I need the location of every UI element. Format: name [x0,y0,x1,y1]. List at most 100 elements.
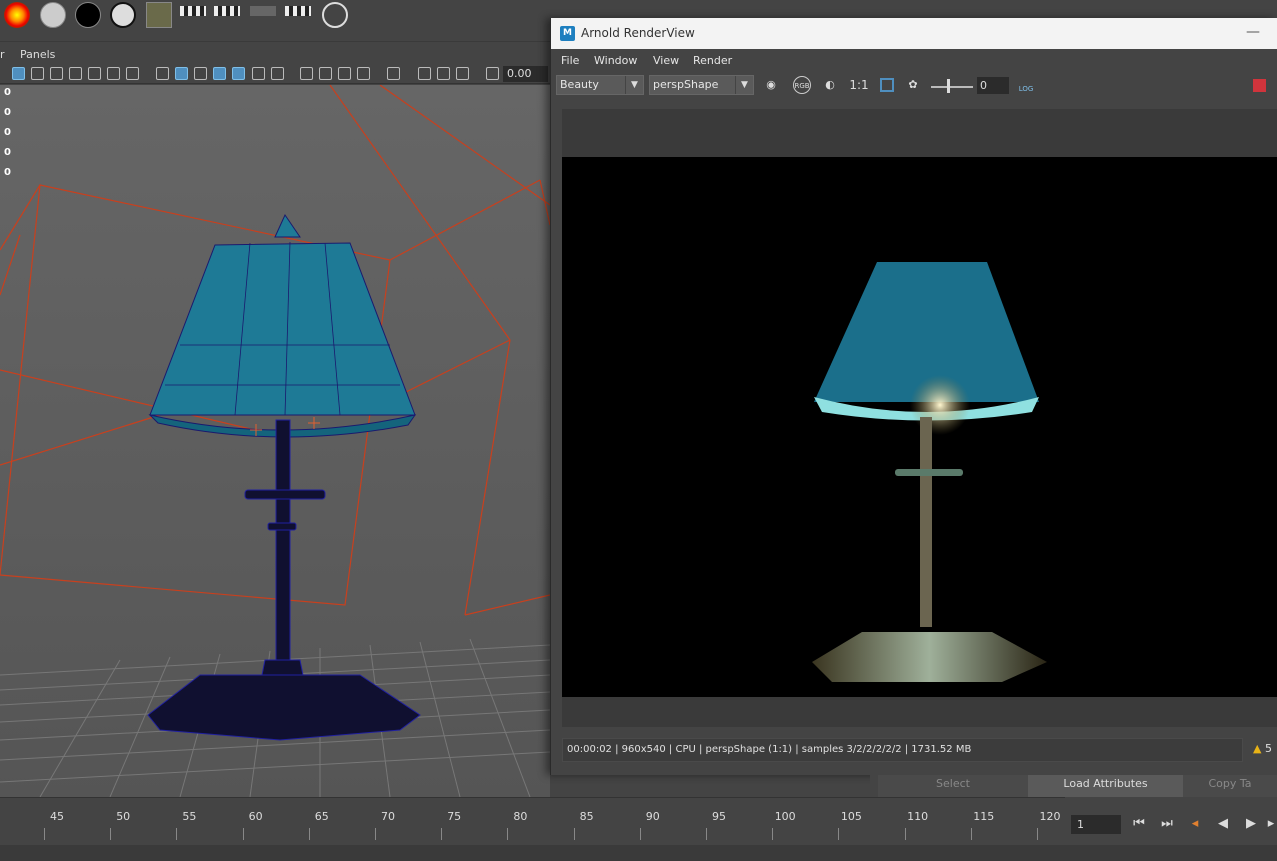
window-titlebar[interactable]: M Arnold RenderView — [551,18,1277,49]
camera-aperture-icon[interactable]: ✿ [904,76,922,94]
viewport-scene [0,85,550,797]
timeline-tick-mark [375,828,376,840]
step-forward-icon[interactable]: ▸ [1265,815,1277,833]
aov-dropdown[interactable]: Beauty ▼ [556,75,644,95]
motion-blur-icon[interactable] [319,67,332,80]
play-forward-icon[interactable]: ▶ [1241,815,1261,833]
target-brush-icon[interactable] [322,2,348,28]
safe-action-icon[interactable] [107,67,120,80]
wireframe-icon[interactable] [156,67,169,80]
warning-icon: ▲ [1253,742,1262,755]
grid-icon[interactable] [12,67,25,80]
menu-file[interactable]: File [561,54,579,67]
command-line-bar [0,845,1277,861]
time-slider[interactable]: 45 50 55 60 65 70 75 80 85 90 95 100 105 110 115 120 [0,797,1065,845]
menu-panels[interactable]: Panels [20,48,55,61]
timeline-tick-mark [970,828,972,840]
timeline-tick-mark [441,828,443,840]
clapper-ipr-icon[interactable] [250,6,276,16]
chevron-down-icon: ▼ [625,76,643,94]
exposure-field[interactable]: 0.00 [503,66,548,82]
gate-mask-icon[interactable] [69,67,82,80]
grey-sphere-icon[interactable] [40,2,66,28]
clapper-settings-icon[interactable] [285,6,311,16]
textured-icon[interactable] [232,67,245,80]
timeline-tick-mark [706,828,707,840]
isolate-select-icon[interactable] [387,67,400,80]
log-icon[interactable]: LOG [1017,76,1035,94]
field-chart-icon[interactable] [88,67,101,80]
use-all-lights-icon[interactable] [252,67,265,80]
render-canvas[interactable] [562,109,1277,727]
default-material-icon[interactable] [194,67,207,80]
aperture-icon[interactable]: ◉ [762,76,780,94]
go-to-start-icon[interactable]: ⏮ [1129,815,1149,833]
wireframe-on-shaded-icon[interactable] [213,67,226,80]
frame-region-icon[interactable] [880,78,894,92]
warning-count: 5 [1264,742,1272,755]
xray-icon[interactable] [418,67,431,80]
white-sphere-icon[interactable] [110,2,136,28]
playback-controls: 1 ⏮ ⏭ ◂ ◀ ▶ ▸ [1065,797,1277,845]
minimize-button[interactable]: — [1246,24,1260,40]
shadows-icon[interactable] [271,67,284,80]
timeline-tick-mark [308,828,310,840]
step-back-key-icon[interactable]: ⏭ [1157,815,1177,833]
menu-window[interactable]: Window [594,54,637,67]
depth-of-field-icon[interactable] [357,67,370,80]
smooth-shade-icon[interactable] [175,67,188,80]
exposure-icon[interactable] [486,67,499,80]
resolution-gate-icon[interactable] [50,67,63,80]
menu-view[interactable]: View [653,54,679,67]
timeline-tick-mark [838,828,840,840]
renderview-toolbar: Beauty ▼ perspShape ▼ ◉ RGB ◐ 1:1 ✿ 0 LO… [551,73,1277,97]
play-backward-icon[interactable]: ◀ [1213,815,1233,833]
warning-indicator[interactable]: ▲ 5 [1253,742,1272,755]
film-gate-icon[interactable] [31,67,44,80]
exposure-slider-track[interactable] [931,86,973,88]
current-frame-field[interactable]: 1 [1071,815,1121,834]
clapper-cancel-icon[interactable] [214,6,240,16]
lamp-shade-model [148,213,417,438]
color-wheel-icon[interactable] [4,2,30,28]
timeline-tick-label: 100 [774,810,796,823]
render-frame-icon[interactable] [146,2,172,28]
select-button[interactable]: Select [878,775,1028,797]
exposure-slider-knob[interactable] [947,79,950,93]
exposure-field[interactable]: 0 [977,77,1009,94]
contrast-icon[interactable]: ◐ [821,76,839,94]
maya-logo-icon: M [560,26,575,41]
menu-renderer-partial[interactable]: r [0,48,5,61]
rgb-channels-icon[interactable]: RGB [793,76,811,94]
xray-components-icon[interactable] [456,67,469,80]
camera-dropdown[interactable]: perspShape ▼ [649,75,754,95]
load-attributes-button[interactable]: Load Attributes [1028,775,1183,797]
aov-value: Beauty [560,78,599,91]
timeline-tick-label: 55 [182,810,197,823]
timeline-tick-mark [1037,828,1038,840]
safe-title-icon[interactable] [126,67,139,80]
ratio-button[interactable]: 1:1 [847,76,871,94]
copy-tab-button[interactable]: Copy Ta [1183,775,1277,797]
xray-joints-icon[interactable] [437,67,450,80]
ambient-occlusion-icon[interactable] [300,67,313,80]
menu-render[interactable]: Render [693,54,732,67]
timeline-tick-label: 50 [116,810,131,823]
step-back-frame-icon[interactable]: ◂ [1185,815,1205,833]
stop-render-button[interactable] [1253,79,1266,92]
render-output [812,262,1047,682]
timeline-tick-label: 65 [314,810,329,823]
chevron-down-icon: ▼ [735,76,753,94]
anti-aliasing-icon[interactable] [338,67,351,80]
perspective-viewport[interactable]: 0 0 0 0 0 [0,85,550,797]
timeline-tick-label: 60 [248,810,263,823]
timeline-tick-label: 70 [381,810,395,823]
black-sphere-icon[interactable] [75,2,101,28]
timeline-tick-mark [639,828,641,840]
timeline-tick-mark [176,828,178,840]
hud-value: 0 [4,87,11,98]
maya-workspace: r Panels 0.00 0 0 0 0 0 M Arnold RenderV… [0,0,1277,861]
timeline-tick-mark [110,828,112,840]
clapper-icon[interactable] [180,6,206,16]
timeline-tick-mark [44,828,45,840]
